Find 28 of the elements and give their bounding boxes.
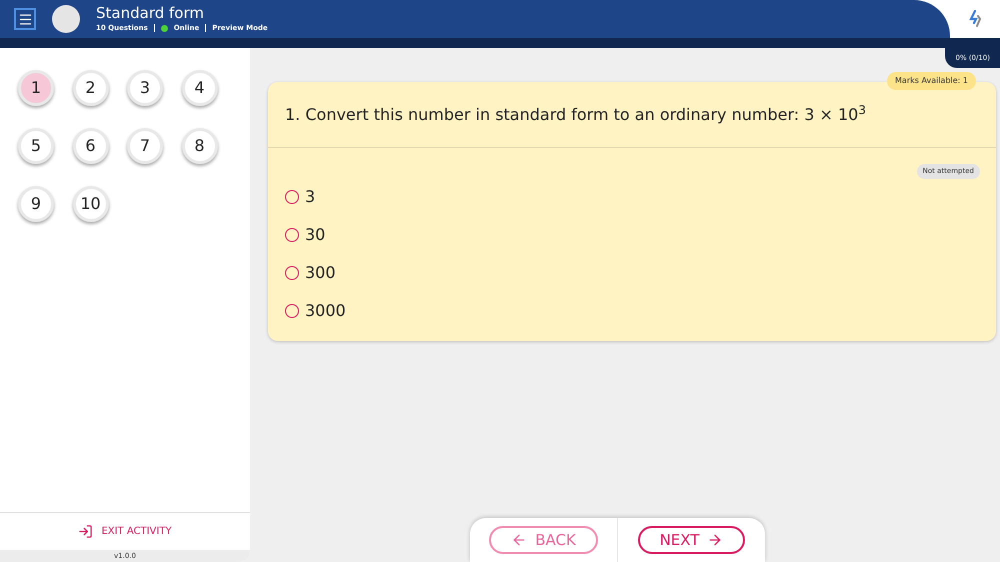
radio-button[interactable] — [285, 304, 299, 318]
radio-button[interactable] — [285, 228, 299, 242]
question-number[interactable]: 6 — [72, 128, 108, 164]
question-number[interactable]: 8 — [182, 128, 218, 164]
exit-activity-button[interactable]: EXIT ACTIVITY — [78, 524, 172, 539]
question-number[interactable]: 4 — [182, 70, 218, 106]
question-text: 1. Convert this number in standard form to an ordinary number: 3 × 10$^{3}$ — [285, 102, 866, 126]
option-label: 3 — [305, 186, 316, 208]
question-number[interactable]: 3 — [127, 70, 163, 106]
exit-icon — [78, 524, 94, 539]
question-number[interactable]: 2 — [72, 70, 108, 106]
option-label: 300 — [305, 262, 336, 284]
next-button[interactable]: NEXT — [638, 526, 746, 554]
option-label: 3000 — [305, 300, 346, 322]
option-label: 30 — [305, 224, 326, 246]
avatar-icon — [52, 5, 80, 33]
question-number[interactable]: 5 — [18, 128, 54, 164]
question-number[interactable]: 1 — [18, 70, 54, 106]
radio-button[interactable] — [285, 190, 299, 204]
menu-button[interactable] — [14, 8, 36, 30]
question-number[interactable]: 9 — [18, 186, 54, 222]
question-number[interactable]: 7 — [127, 128, 163, 164]
marks-badge: Marks Available: 1 — [887, 72, 976, 90]
menu-icon — [18, 12, 32, 26]
logo-icon — [968, 10, 982, 28]
radio-button[interactable] — [285, 266, 299, 280]
activity-title: Standard form — [96, 6, 205, 21]
question-number[interactable]: 10 — [72, 186, 108, 222]
